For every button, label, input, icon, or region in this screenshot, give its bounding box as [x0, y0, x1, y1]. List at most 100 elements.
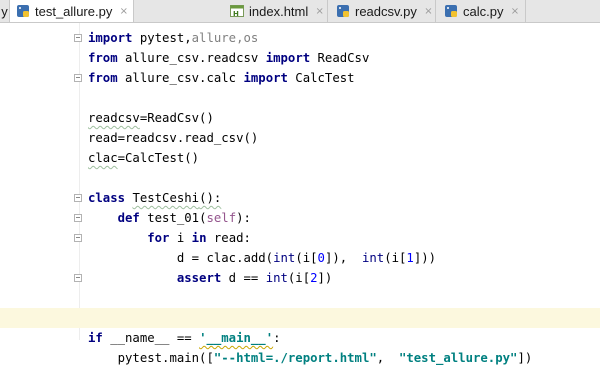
code-token: pytest.main([ [117, 351, 214, 365]
tab-calc-py[interactable]: calc.py × [436, 0, 526, 22]
builtin: int [265, 271, 288, 285]
fold-marker-icon[interactable] [74, 274, 82, 282]
code-line: for i in read: [88, 228, 600, 248]
code-token: ]), [324, 251, 362, 265]
keyword: import [243, 71, 288, 85]
code-token: : [273, 331, 281, 345]
python-file-icon [336, 4, 350, 18]
builtin: int [361, 251, 385, 265]
code-token: i [169, 231, 192, 245]
code-token: , [184, 31, 192, 45]
tab-overflow-partial[interactable]: y [0, 0, 10, 22]
self-param: self [206, 211, 237, 225]
string-literal: '__main__' [199, 331, 274, 345]
code-token: pytest [132, 31, 185, 45]
code-line: d = clac.add(int(i[0]), int(i[1])) [88, 248, 600, 268]
html-file-icon: H [230, 4, 244, 18]
builtin: int [273, 251, 296, 265]
code-line: import pytest,allure,os [88, 28, 600, 48]
keyword: def [117, 211, 140, 225]
code-line: pytest.main(["--html=./report.html", "te… [88, 348, 600, 368]
code-token: readcsv [88, 111, 140, 125]
keyword: in [191, 231, 207, 245]
code-token: __name__ == [102, 331, 200, 345]
tab-index-html[interactable]: H index.html × [224, 0, 328, 22]
string-literal: "test_allure.py" [398, 351, 518, 365]
code-line: class TestCeshi(): [88, 188, 600, 208]
code-token: (i[ [295, 251, 318, 265]
code-line: readcsv=ReadCsv() [88, 108, 600, 128]
current-line [0, 308, 600, 328]
fold-marker-icon[interactable] [74, 34, 82, 42]
tab-label: index.html [249, 3, 309, 19]
class-name: TestCeshi [132, 191, 200, 205]
code-token: allure_csv.readcsv [117, 51, 266, 65]
close-icon[interactable]: × [315, 6, 324, 16]
keyword: for [147, 231, 170, 245]
code-token: ]) [317, 271, 333, 285]
code-token: d == [221, 271, 266, 285]
code-token: (i[ [384, 251, 407, 265]
close-icon[interactable]: × [510, 6, 519, 16]
code-token: ])) [413, 251, 437, 265]
keyword: from [88, 71, 118, 85]
fold-marker-icon[interactable] [74, 74, 82, 82]
fold-marker-icon[interactable] [74, 234, 82, 242]
code-token: read: [206, 231, 251, 245]
tab-label: readcsv.py [355, 3, 417, 19]
number: 2 [310, 271, 318, 285]
keyword: assert [176, 271, 222, 285]
python-file-icon [444, 4, 458, 18]
fold-marker-icon[interactable] [74, 214, 82, 222]
svg-text:H: H [233, 10, 239, 18]
close-icon[interactable]: × [119, 6, 128, 16]
editor-tab-bar: y test_allure.py × H index.html × readcs… [0, 0, 600, 23]
tab-test-allure-py[interactable]: test_allure.py × [10, 0, 134, 22]
code-token: (): [199, 191, 222, 205]
keyword: from [88, 51, 118, 65]
code-line: assert d == int(i[2]) [88, 268, 600, 288]
keyword: import [265, 51, 311, 65]
keyword: if [88, 331, 103, 345]
close-icon[interactable]: × [424, 6, 433, 16]
code-line: read=readcsv.read_csv() [88, 128, 600, 148]
code-token: allure_csv.calc [117, 71, 244, 85]
gutter-separator [79, 23, 80, 340]
code-line: from allure_csv.calc import CalcTest [88, 68, 600, 88]
code-token: =ReadCsv() [139, 111, 214, 125]
code-token: test_01( [139, 211, 207, 225]
code-token: ): [236, 211, 251, 225]
code-line: def test_01(self): [88, 208, 600, 228]
code-token: ReadCsv [310, 51, 370, 65]
code-token: =CalcTest() [117, 151, 200, 165]
tab-label: test_allure.py [35, 3, 113, 19]
tab-label: calc.py [463, 3, 504, 19]
code-line: if __name__ == '__main__': [88, 328, 600, 348]
code-token: clac [88, 151, 118, 165]
code-token: d = clac.add( [176, 251, 274, 265]
python-file-icon [16, 4, 30, 18]
number: 0 [317, 251, 325, 265]
string-literal: "--html=./report.html" [213, 351, 377, 365]
number: 1 [406, 251, 414, 265]
tab-readcsv-py[interactable]: readcsv.py × [328, 0, 436, 22]
fold-marker-icon[interactable] [74, 194, 82, 202]
unused-import: os [243, 31, 259, 45]
code-token: , [376, 351, 399, 365]
code-token: read=readcsv.read_csv() [88, 131, 259, 145]
code-editor[interactable]: import pytest,allure,os from allure_csv.… [0, 23, 600, 365]
keyword: class [88, 191, 126, 205]
editor-gutter [0, 23, 80, 340]
code-token: ]) [517, 351, 533, 365]
keyword: import [88, 31, 133, 45]
code-line: from allure_csv.readcsv import ReadCsv [88, 48, 600, 68]
code-text[interactable]: import pytest,allure,os from allure_csv.… [0, 28, 600, 368]
